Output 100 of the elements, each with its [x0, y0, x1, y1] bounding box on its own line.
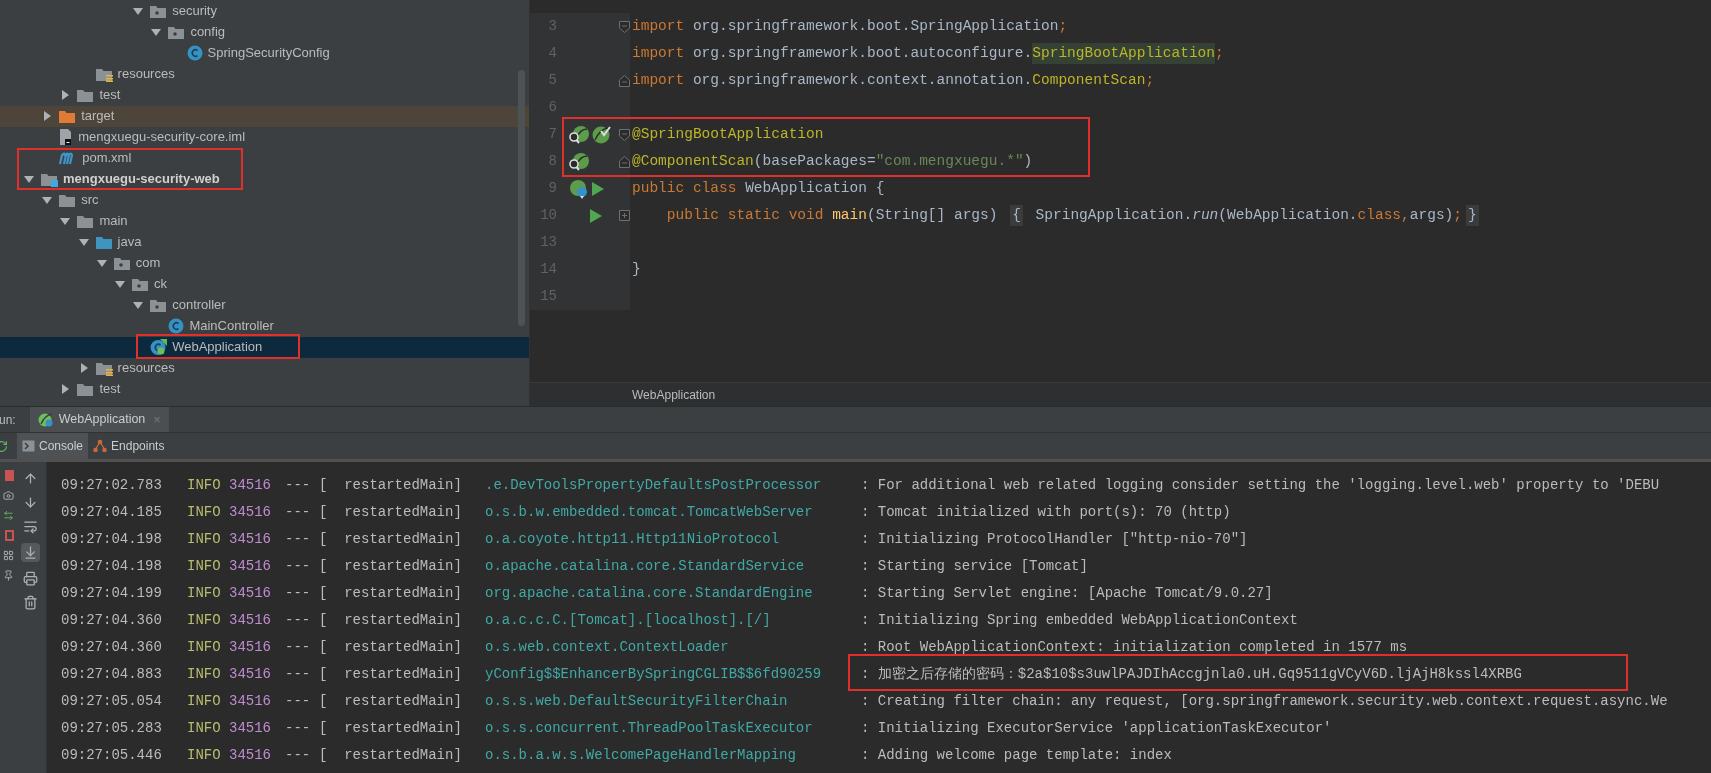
- log-separator: ---: [285, 665, 312, 684]
- expand-marker-icon[interactable]: [618, 210, 630, 221]
- code-token: SpringApplication.: [1034, 205, 1193, 225]
- log-separator: ---: [285, 557, 312, 576]
- run-icon[interactable]: [589, 207, 603, 224]
- tree-item[interactable]: security: [0, 0, 529, 22]
- fold-marker-icon[interactable]: [618, 74, 630, 87]
- expanded-arrow-icon[interactable]: [133, 6, 144, 16]
- log-separator: ---: [285, 530, 312, 549]
- tree-item[interactable]: main: [0, 210, 529, 232]
- folder-icon: [77, 381, 95, 397]
- code-token: (String[] args): [866, 205, 999, 225]
- tree-item[interactable]: WebApplication: [0, 336, 529, 358]
- trash-icon[interactable]: [22, 595, 38, 610]
- run-tab[interactable]: WebApplication ×: [29, 407, 169, 432]
- log-pid: 34516: [229, 746, 272, 765]
- fold-marker-icon[interactable]: [618, 20, 630, 33]
- log-message: : 加密之后存储的密码：$2a$10$s3uwlPAJDIhAccgjnla0.uH.Gq9511gVCyV6D.ljAjH8kssl4XRBG: [861, 665, 1522, 684]
- spring-run-icon: [37, 412, 54, 427]
- log-thread: [ restartedMain]: [319, 719, 463, 738]
- breadcrumb[interactable]: WebApplication: [632, 385, 716, 404]
- camera-icon[interactable]: [3, 490, 14, 501]
- log-logger: o.s.b.w.embedded.tomcat.TomcatWebServer: [485, 503, 814, 522]
- code-token: ;: [1453, 205, 1462, 225]
- resource-folder-icon: [95, 66, 113, 82]
- log-logger: yConfig$$EnhancerBySpringCGLIB$$6fd90259: [485, 665, 823, 684]
- expanded-arrow-icon[interactable]: [115, 279, 125, 289]
- expanded-arrow-icon[interactable]: [60, 216, 71, 226]
- resource-folder-icon: [95, 360, 113, 376]
- log-message: : Initializing Spring embedded WebApplicationContext: [861, 611, 1298, 630]
- tree-item[interactable]: controller: [0, 294, 529, 316]
- fold-marker-icon[interactable]: [618, 128, 630, 141]
- log-time: 09:27:04.199: [61, 584, 163, 603]
- expanded-arrow-icon[interactable]: [133, 300, 144, 310]
- log-thread: [ restartedMain]: [319, 503, 463, 522]
- log-time: 09:27:05.054: [61, 692, 163, 711]
- pin-icon[interactable]: [3, 570, 14, 581]
- fold-marker-icon[interactable]: [618, 155, 630, 168]
- log-time: 09:27:04.360: [61, 611, 163, 630]
- log-level: INFO: [187, 638, 222, 657]
- code-token: class: [1357, 205, 1402, 225]
- collapsed-arrow-icon[interactable]: [60, 384, 71, 394]
- expanded-arrow-icon[interactable]: [151, 27, 162, 37]
- console-tab[interactable]: Endpoints: [88, 433, 170, 459]
- log-level: INFO: [187, 557, 222, 576]
- code-token: ,: [1401, 205, 1410, 225]
- tree-item[interactable]: com: [0, 252, 529, 274]
- tree-item[interactable]: java: [0, 231, 529, 253]
- bean-icon[interactable]: [591, 124, 611, 145]
- log-logger: o.s.web.context.ContextLoader: [485, 638, 730, 657]
- log-time: 09:27:04.185: [61, 503, 163, 522]
- code-token: import: [632, 70, 685, 90]
- tree-item[interactable]: mengxuegu-security-web: [0, 168, 529, 190]
- print-icon[interactable]: [22, 571, 38, 586]
- tree-item[interactable]: config: [0, 21, 529, 43]
- log-logger: o.apache.catalina.core.StandardService: [485, 557, 806, 576]
- tree-item[interactable]: ck: [0, 273, 529, 295]
- collapsed-arrow-icon[interactable]: [78, 363, 89, 373]
- console-tab[interactable]: Console: [17, 433, 89, 459]
- collapsed-arrow-icon[interactable]: [60, 90, 71, 100]
- tree-item[interactable]: resources: [0, 63, 529, 85]
- tree-item[interactable]: resources: [0, 357, 529, 379]
- collapsed-arrow-icon[interactable]: [42, 111, 53, 121]
- log-level: INFO: [187, 692, 222, 711]
- log-pid: 34516: [229, 611, 272, 630]
- layout-icon[interactable]: [3, 550, 14, 561]
- code-token: @ComponentScan: [632, 151, 754, 171]
- code-token: ): [1023, 151, 1033, 171]
- tree-item[interactable]: test: [0, 84, 529, 106]
- log-pid: 34516: [229, 503, 272, 522]
- tree-item[interactable]: MainController: [0, 315, 529, 337]
- log-pid: 34516: [229, 557, 272, 576]
- code-token: org.springframework.context.annotation.: [691, 70, 1033, 90]
- code-token: ;: [1058, 16, 1068, 36]
- code-token: import: [632, 16, 685, 36]
- soft-wrap-icon[interactable]: [22, 519, 38, 534]
- log-message: : Starting service [Tomcat]: [861, 557, 1088, 576]
- log-thread: [ restartedMain]: [319, 584, 463, 603]
- run-icon[interactable]: [591, 180, 605, 197]
- expanded-arrow-icon[interactable]: [96, 258, 107, 268]
- tree-item[interactable]: target: [0, 105, 529, 127]
- scroll-to-end-button[interactable]: [20, 543, 40, 562]
- run-label: un:: [0, 411, 16, 429]
- code-token: WebApplication {: [745, 178, 885, 198]
- bean-icon[interactable]: [568, 124, 590, 145]
- tree-item[interactable]: src: [0, 189, 529, 211]
- expanded-arrow-icon[interactable]: [24, 174, 34, 184]
- expanded-arrow-icon[interactable]: [78, 237, 89, 247]
- expanded-arrow-icon[interactable]: [42, 195, 53, 205]
- tree-item[interactable]: SpringSecurityConfig: [0, 42, 529, 64]
- log-pid: 34516: [229, 638, 272, 657]
- log-message: : Creating filter chain: any request, [org.springframework.security.web.context.request.async.We: [861, 692, 1668, 711]
- bean-icon[interactable]: [568, 151, 590, 172]
- swap-icon[interactable]: [3, 510, 14, 521]
- scrollbar[interactable]: [518, 70, 525, 326]
- tree-item[interactable]: test: [0, 378, 529, 400]
- tree-item[interactable]: mengxuegu-security-core.iml: [0, 126, 529, 148]
- file-icon: [59, 129, 74, 145]
- tree-item[interactable]: pom.xml: [0, 147, 529, 169]
- log-message: : Starting Servlet engine: [Apache Tomcat/9.0.27]: [861, 584, 1273, 603]
